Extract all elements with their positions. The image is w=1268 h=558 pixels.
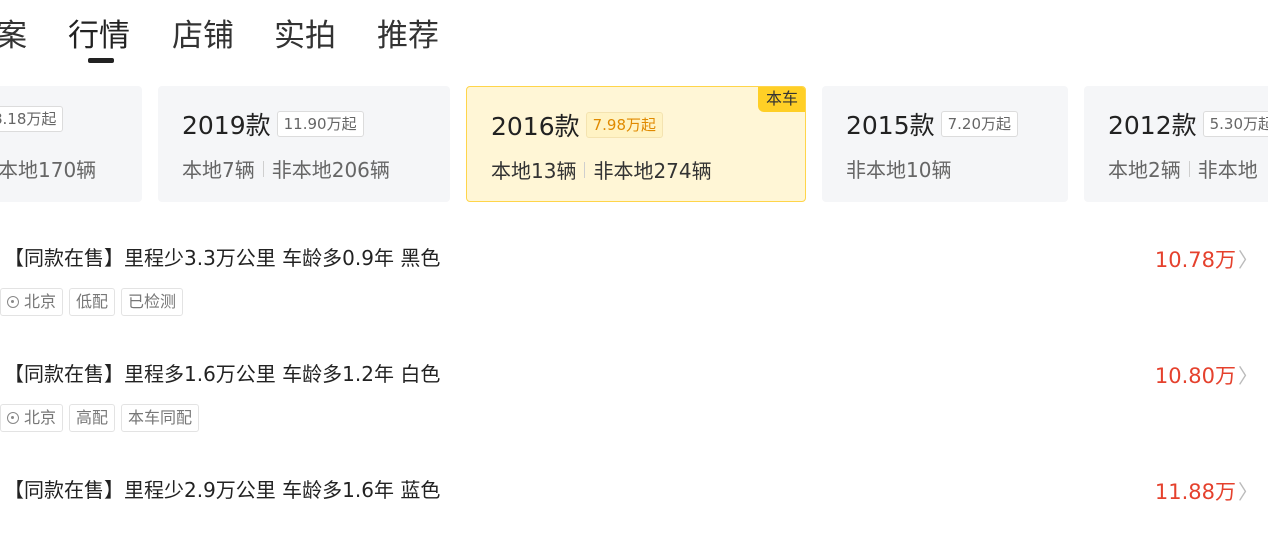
inventory-stats: 本地2辆 非本地 [1108,154,1258,183]
location-text: 北京 [24,292,57,311]
year-card-header: 2015款 7.20万起 [846,106,1019,142]
year-card[interactable]: 2015款 7.20万起 非本地10辆 [822,86,1068,202]
non-local-count: 非本地 [1197,158,1258,182]
tab-recommend[interactable]: 推荐 [377,14,439,58]
non-local-count: 非本地10辆 [846,158,952,182]
listing-item[interactable]: 【同款在售】里程少3.3万公里 车龄多0.9年 黑色 北京 低配 已检测 10.… [0,226,1268,326]
year-label: 2019款 [182,111,271,140]
local-count: 本地7辆 [182,158,255,182]
location-pin-icon [7,412,19,424]
tab-bar: 案 行情 店铺 实拍 推荐 [0,14,1268,74]
inspection-tag: 已检测 [121,288,184,316]
year-card-selected[interactable]: 本车 2016款 7.98万起 本地13辆 非本地274辆 [466,86,806,202]
listing-item[interactable]: 【同款在售】里程多1.6万公里 车龄多1.2年 白色 北京 高配 本车同配 10… [0,342,1268,442]
active-tab-indicator [88,58,114,63]
local-count: 本地2辆 [1108,158,1181,182]
year-card[interactable]: 2012款 5.30万起 本地2辆 非本地 [1084,86,1268,202]
divider [262,160,264,177]
trim-tag: 低配 [69,288,116,316]
local-count: 本地170辆 [0,158,97,182]
non-local-count: 非本地206辆 [271,158,390,182]
listing-title: 【同款在售】里程少3.3万公里 车龄多0.9年 黑色 [4,246,441,270]
chevron-right-icon: 〉 [1238,248,1258,272]
tab-store[interactable]: 店铺 [172,14,234,58]
location-tag: 北京 [0,404,64,432]
non-local-count: 非本地274辆 [593,159,712,183]
divider [584,161,586,178]
starting-price-badge: 11.90万起 [276,111,364,137]
year-card-header: 2016款 7.98万起 [491,107,664,143]
location-pin-icon [7,296,19,308]
location-tag: 北京 [0,288,64,316]
starting-price-badge: 7.20万起 [940,111,1019,137]
listing-price: 10.78万 [1154,248,1236,272]
listing-tags: 北京 低配 已检测 [0,288,189,316]
chevron-right-icon: 〉 [1238,480,1258,504]
listing-price: 10.80万 [1154,364,1236,388]
tab-case[interactable]: 案 [0,14,27,58]
model-year-selector: 8.18万起 本地170辆 2019款 11.90万起 本地7辆 非本地206辆… [0,86,1268,202]
inventory-stats: 本地7辆 非本地206辆 [182,154,390,183]
starting-price-badge: 7.98万起 [585,112,664,138]
divider [1188,160,1190,177]
trim-tag: 高配 [69,404,116,432]
year-card[interactable]: 8.18万起 本地170辆 [0,86,142,202]
inventory-stats: 非本地10辆 [846,154,951,183]
inventory-stats: 本地13辆 非本地274辆 [491,155,712,184]
local-count: 本地13辆 [491,159,577,183]
year-card-header: 8.18万起 [0,106,64,132]
year-label: 2016款 [491,112,580,141]
inventory-stats: 本地170辆 [0,154,96,183]
listing-item[interactable]: 【同款在售】里程少2.9万公里 车龄多1.6年 蓝色 11.88万 〉 [0,458,1268,558]
year-label: 2012款 [1108,111,1197,140]
year-card[interactable]: 2019款 11.90万起 本地7辆 非本地206辆 [158,86,450,202]
starting-price-badge: 5.30万起 [1202,111,1268,137]
listing-price: 11.88万 [1154,480,1236,504]
year-card-header: 2019款 11.90万起 [182,106,364,142]
tab-market[interactable]: 行情 [68,14,130,58]
starting-price-badge: 8.18万起 [0,106,64,132]
listing-title: 【同款在售】里程少2.9万公里 车龄多1.6年 蓝色 [4,478,441,502]
year-label: 2015款 [846,111,935,140]
current-car-badge: 本车 [757,87,805,112]
listing-tags: 北京 高配 本车同配 [0,404,205,432]
listing-title: 【同款在售】里程多1.6万公里 车龄多1.2年 白色 [4,362,441,386]
same-config-tag: 本车同配 [121,404,200,432]
year-card-header: 2012款 5.30万起 [1108,106,1268,142]
tab-photos[interactable]: 实拍 [274,14,336,58]
chevron-right-icon: 〉 [1238,364,1258,388]
location-text: 北京 [24,408,57,427]
